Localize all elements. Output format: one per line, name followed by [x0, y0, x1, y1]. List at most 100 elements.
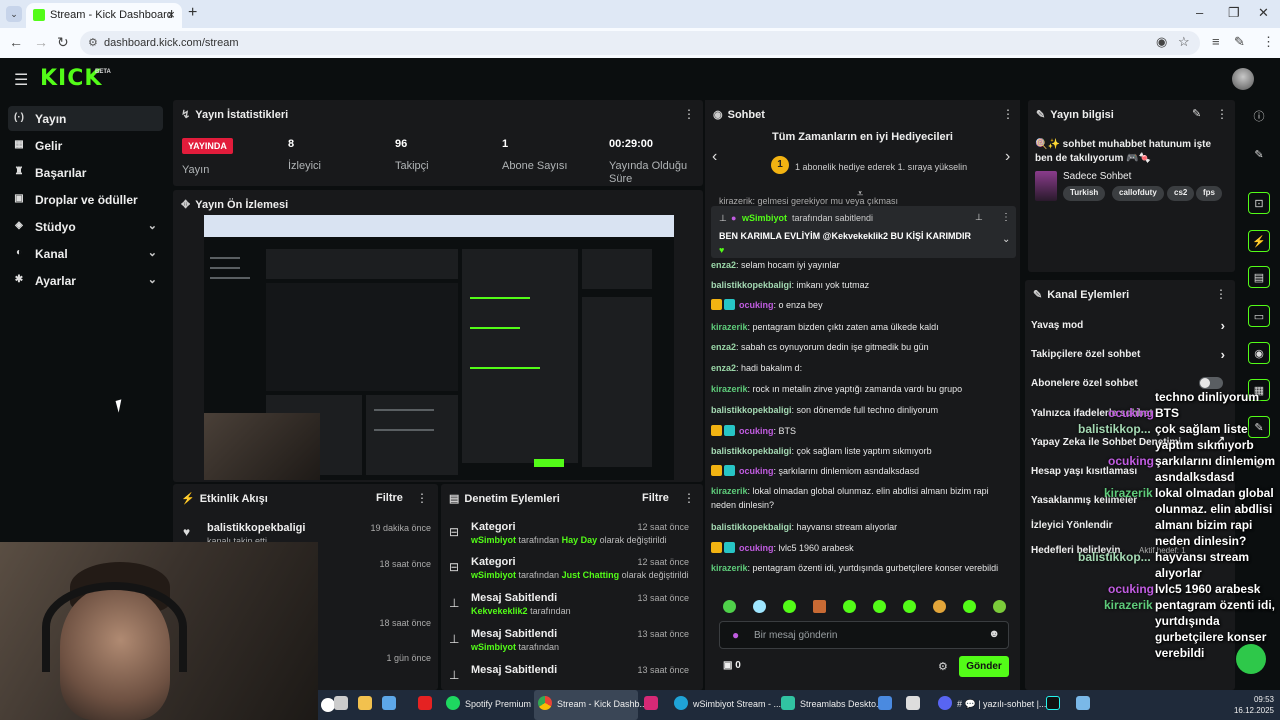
more-options-icon[interactable]: ⋮ — [683, 107, 695, 121]
chat-username[interactable]: kirazerik — [711, 384, 748, 394]
more-options-icon[interactable]: ⋮ — [1216, 107, 1228, 121]
app-icon[interactable] — [878, 696, 897, 714]
folder-icon[interactable] — [358, 696, 377, 714]
instagram-icon[interactable] — [644, 696, 663, 714]
slow-mode-row[interactable]: Yavaş mod › — [1031, 318, 1227, 333]
chat-username[interactable]: ocuking — [739, 426, 774, 436]
emote-icon[interactable] — [933, 600, 946, 613]
eye-off-icon[interactable]: ◉ — [1156, 34, 1167, 50]
chat-username[interactable]: enza2 — [711, 342, 736, 352]
reload-icon[interactable]: ↻ — [57, 34, 69, 51]
chat-message[interactable]: enza2: hadi bakalım d: — [711, 361, 1003, 375]
more-options-icon[interactable]: ⋮ — [683, 491, 695, 505]
info-icon[interactable]: ⓘ — [1248, 106, 1270, 128]
sidebar-item-achievements[interactable]: ♜ Başarılar — [8, 160, 163, 185]
tab-search-button[interactable]: ⌄ — [6, 6, 22, 22]
chevron-down-icon[interactable]: ⌄ — [1002, 234, 1010, 245]
chat-message[interactable]: balistikkopekbaligi: çok sağlam liste ya… — [711, 444, 1003, 458]
sidebar-item-studio[interactable]: ◈ Stüdyo ⌄ — [8, 214, 163, 239]
chat-username[interactable]: kirazerik — [711, 563, 748, 573]
kick-logo[interactable]: KICK — [40, 66, 102, 91]
chevron-left-icon[interactable]: ‹ — [712, 148, 717, 166]
taskview-icon[interactable] — [334, 696, 353, 714]
chrome-task[interactable]: Stream - Kick Dashb... — [538, 696, 647, 714]
edit-icon[interactable]: ✎ — [1192, 107, 1201, 120]
chat-username[interactable]: kirazerik — [711, 322, 748, 332]
chat-message[interactable]: ocuking: BTS — [711, 424, 1003, 438]
chat-message[interactable]: enza2: selam hocam iyi yayınlar — [711, 258, 1003, 272]
url-field[interactable]: ⚙ dashboard.kick.com/stream — [80, 31, 1200, 55]
back-icon[interactable]: ← — [9, 34, 23, 50]
chevron-right-icon[interactable]: › — [1005, 148, 1010, 166]
chat-username[interactable]: balistikkopekbaligi — [711, 446, 792, 456]
clip-icon[interactable]: ⊡ — [1248, 192, 1270, 214]
chat-username[interactable]: balistikkopekbaligi — [711, 522, 792, 532]
pinned-message[interactable]: ⊥ ● wSimbiyot tarafından sabitlendi ⊥ ⋮ … — [711, 206, 1016, 258]
chat-message[interactable]: balistikkopekbaligi: son dönemde full te… — [711, 403, 1003, 417]
restore-icon[interactable]: ❐ — [1228, 5, 1240, 21]
emote-icon[interactable] — [843, 600, 856, 613]
notes-icon[interactable]: ▤ — [1248, 266, 1270, 288]
chat-username[interactable]: enza2 — [711, 260, 736, 270]
tiktok-icon[interactable] — [1046, 696, 1065, 714]
sidebar-item-revenue[interactable]: ▦ Gelir — [8, 133, 163, 158]
floating-action-icon[interactable] — [1236, 644, 1266, 674]
emoji-icon[interactable]: ☻ — [988, 628, 1000, 640]
new-tab-icon[interactable]: + — [188, 4, 197, 22]
sidebar-item-stream[interactable]: (·) Yayın — [8, 106, 163, 131]
tag[interactable]: cs2 — [1167, 186, 1195, 201]
discord-task[interactable]: # 💬 | yazılı-sohbet |... — [938, 696, 1046, 714]
list-item[interactable]: ⊟ Kategori wSimbiyot tarafından Just Cha… — [441, 555, 699, 591]
chat-message-input[interactable]: ● Bir mesaj gönderin ☻ — [719, 621, 1009, 649]
subs-only-row[interactable]: Abonelere özel sohbet — [1031, 377, 1227, 389]
bookmark-star-icon[interactable]: ☆ — [1178, 34, 1190, 50]
close-window-icon[interactable]: ✕ — [1258, 5, 1269, 21]
chat-message[interactable]: kirazerik: pentagram bizden çıktı zaten … — [711, 320, 1003, 334]
chat-message[interactable]: kirazerik: rock ın metalin zirve yaptığı… — [711, 382, 1003, 396]
app-icon[interactable] — [906, 696, 925, 714]
emote-icon[interactable] — [783, 600, 796, 613]
chat-message[interactable]: kirazerik: lokal olmadan global olunmaz.… — [711, 484, 1003, 512]
emote-icon[interactable] — [873, 600, 886, 613]
list-item[interactable]: ⊟ Kategori wSimbiyot tarafından Hay Day … — [441, 520, 699, 556]
streamlabs-task[interactable]: Streamlabs Deskto... — [781, 696, 884, 714]
tag[interactable]: callofduty — [1112, 186, 1164, 201]
chat-username[interactable]: ocuking — [739, 300, 774, 310]
microphone-icon[interactable]: ● — [732, 628, 739, 642]
subs-only-toggle[interactable] — [1199, 377, 1223, 389]
browser-tab[interactable]: Stream - Kick Dashboard × — [26, 3, 182, 28]
lightning-icon[interactable]: ⚡ — [1248, 230, 1270, 252]
tag[interactable]: fps — [1196, 186, 1222, 201]
site-info-icon[interactable]: ⚙ — [88, 36, 98, 49]
more-options-icon[interactable]: ⋮ — [1002, 107, 1014, 121]
edge-task[interactable]: wSimbiyot Stream - ... — [674, 696, 781, 714]
list-item[interactable]: ⊥ Mesaj Sabitlendi Kekvekeklik2 tarafınd… — [441, 591, 699, 627]
sidebar-item-drops[interactable]: ▣ Droplar ve ödüller — [8, 187, 163, 212]
chat-username[interactable]: balistikkopekbaligi — [711, 405, 792, 415]
forward-icon[interactable]: → — [34, 34, 48, 50]
emote-icon[interactable] — [813, 600, 826, 613]
browser-menu-icon[interactable]: ⋮ — [1262, 34, 1275, 50]
chat-message[interactable]: enza2: sabah cs oynuyorum dedin işe gitm… — [711, 340, 1003, 354]
sidebar-item-channel[interactable]: ◐ Kanal ⌄ — [8, 241, 163, 266]
user-avatar[interactable] — [1232, 68, 1254, 90]
chat-username[interactable]: balistikkopekbaligi — [711, 280, 792, 290]
chat-message[interactable]: ocuking: şarkılarını dinlemiom asndalksd… — [711, 464, 1003, 478]
emote-icon[interactable] — [903, 600, 916, 613]
store-icon[interactable] — [382, 696, 401, 714]
activity-filter-button[interactable]: Filtre — [376, 492, 403, 504]
broadcast-icon[interactable]: ◉ — [1248, 342, 1270, 364]
more-options-icon[interactable]: ⋮ — [416, 491, 428, 505]
sidebar-item-settings[interactable]: ✱ Ayarlar ⌄ — [8, 268, 163, 293]
channel-points[interactable]: ▣ 0 — [723, 660, 741, 671]
app-icon[interactable] — [1076, 696, 1095, 714]
chat-username[interactable]: enza2 — [711, 363, 736, 373]
youtube-icon[interactable] — [418, 696, 437, 714]
chat-message[interactable]: kirazerik: pentagram özenti idi, yurtdış… — [711, 561, 1003, 575]
chat-message[interactable]: ocuking: lvlc5 1960 arabesk — [711, 541, 1003, 555]
chat-settings-icon[interactable]: ⚙ — [938, 660, 948, 673]
emote-icon[interactable] — [753, 600, 766, 613]
chat-message[interactable]: balistikkopekbaligi: hayvansı stream alı… — [711, 520, 1003, 534]
minimize-icon[interactable]: – — [1196, 5, 1203, 20]
more-options-icon[interactable]: ⋮ — [1215, 287, 1227, 301]
